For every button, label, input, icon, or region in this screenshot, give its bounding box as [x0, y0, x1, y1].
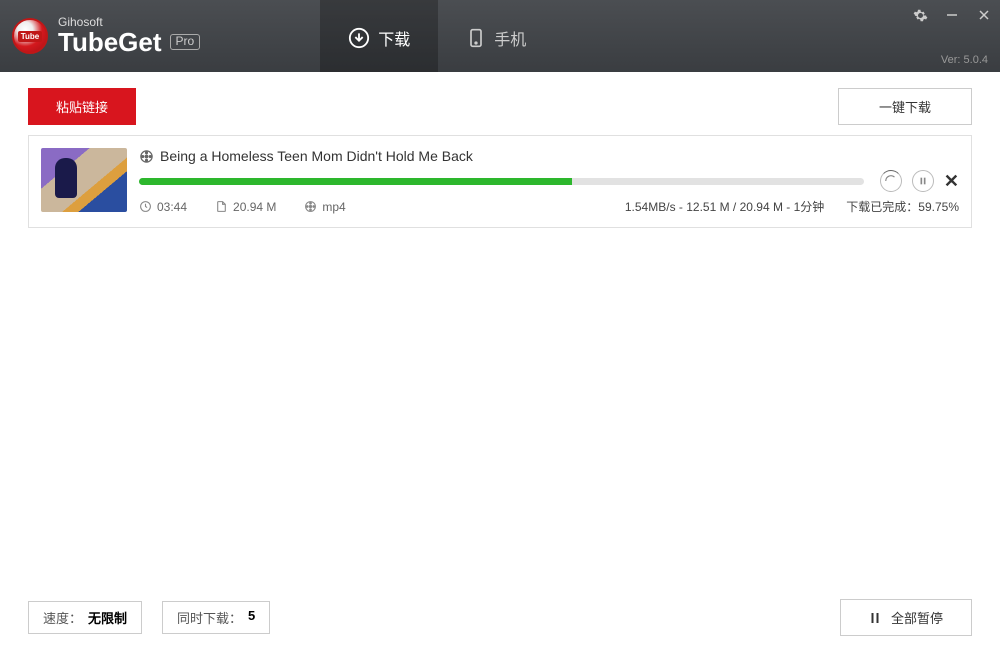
- speed-limit-value: 无限制: [88, 608, 127, 627]
- film-icon: [139, 149, 154, 164]
- pause-all-label: 全部暂停: [891, 608, 943, 627]
- brand-text: Gihosoft TubeGet Pro: [58, 16, 200, 57]
- settings-button[interactable]: [904, 0, 936, 30]
- oneclick-download-button[interactable]: 一键下载: [838, 88, 972, 125]
- app-header: Tube Gihosoft TubeGet Pro 下载 手机 V: [0, 0, 1000, 72]
- toolbar: 粘贴链接 一键下载: [0, 72, 1000, 135]
- app-logo-icon: Tube: [12, 18, 48, 54]
- close-icon: [978, 9, 990, 21]
- remove-item-button[interactable]: ✕: [944, 171, 959, 192]
- gear-icon: [913, 8, 928, 23]
- close-button[interactable]: [968, 0, 1000, 30]
- meta-duration: 03:44: [139, 200, 187, 214]
- pro-badge: Pro: [170, 34, 201, 49]
- tab-download-label: 下载: [378, 26, 410, 50]
- speed-status: 1.54MB/s - 12.51 M / 20.94 M - 1分钟: [625, 198, 824, 215]
- brand-product-row: TubeGet Pro: [58, 28, 200, 57]
- concurrent-selector[interactable]: 同时下载： 5: [162, 601, 270, 634]
- download-circle-icon: [348, 27, 370, 49]
- tab-phone[interactable]: 手机: [438, 0, 554, 72]
- speed-limit-selector[interactable]: 速度： 无限制: [28, 601, 142, 634]
- brand-block: Tube Gihosoft TubeGet Pro: [0, 16, 200, 57]
- speed-limit-label: 速度：: [43, 608, 82, 627]
- format-icon: [304, 200, 317, 213]
- pause-icon: [869, 612, 881, 624]
- progress-fill: [139, 178, 572, 185]
- download-list: Being a Homeless Teen Mom Didn't Hold Me…: [0, 135, 1000, 589]
- window-controls: [904, 0, 1000, 30]
- concurrent-label: 同时下载：: [177, 608, 242, 627]
- meta-left-group: 03:44 20.94 M mp4: [139, 200, 346, 214]
- download-meta-row: 03:44 20.94 M mp4 1.54MB/s - 12.51 M / 2…: [139, 198, 959, 215]
- tab-phone-label: 手机: [494, 26, 526, 50]
- brand-company: Gihosoft: [58, 16, 200, 28]
- duration-value: 03:44: [157, 200, 187, 214]
- download-title-row: Being a Homeless Teen Mom Didn't Hold Me…: [139, 148, 959, 164]
- version-label: Ver: 5.0.4: [941, 54, 988, 66]
- brand-product: TubeGet: [58, 28, 162, 57]
- refresh-icon: [884, 174, 898, 188]
- progress-actions: ✕: [880, 170, 959, 192]
- refresh-button[interactable]: [880, 170, 902, 192]
- completion-status: 下载已完成：59.75%: [846, 198, 959, 215]
- file-icon: [215, 200, 228, 213]
- pause-item-button[interactable]: [912, 170, 934, 192]
- meta-right-group: 1.54MB/s - 12.51 M / 20.94 M - 1分钟 下载已完成…: [625, 198, 959, 215]
- phone-icon: [466, 28, 486, 48]
- nav-tabs: 下载 手机: [320, 0, 554, 72]
- meta-format: mp4: [304, 200, 345, 214]
- minimize-button[interactable]: [936, 0, 968, 30]
- video-thumbnail: [41, 148, 127, 212]
- size-value: 20.94 M: [233, 200, 276, 214]
- download-title: Being a Homeless Teen Mom Didn't Hold Me…: [160, 148, 473, 164]
- footer-bar: 速度： 无限制 同时下载： 5 全部暂停: [0, 589, 1000, 650]
- progress-bar: [139, 178, 864, 185]
- concurrent-value: 5: [248, 608, 255, 627]
- download-item-body: Being a Homeless Teen Mom Didn't Hold Me…: [139, 148, 959, 215]
- pause-all-button[interactable]: 全部暂停: [840, 599, 972, 636]
- paste-link-button[interactable]: 粘贴链接: [28, 88, 136, 125]
- tab-download[interactable]: 下载: [320, 0, 438, 72]
- download-item: Being a Homeless Teen Mom Didn't Hold Me…: [28, 135, 972, 228]
- meta-size: 20.94 M: [215, 200, 276, 214]
- minimize-icon: [946, 9, 958, 21]
- format-value: mp4: [322, 200, 345, 214]
- pause-icon: [918, 176, 928, 186]
- logo-sub-text: Tube: [18, 31, 43, 42]
- progress-row: ✕: [139, 170, 959, 192]
- clock-icon: [139, 200, 152, 213]
